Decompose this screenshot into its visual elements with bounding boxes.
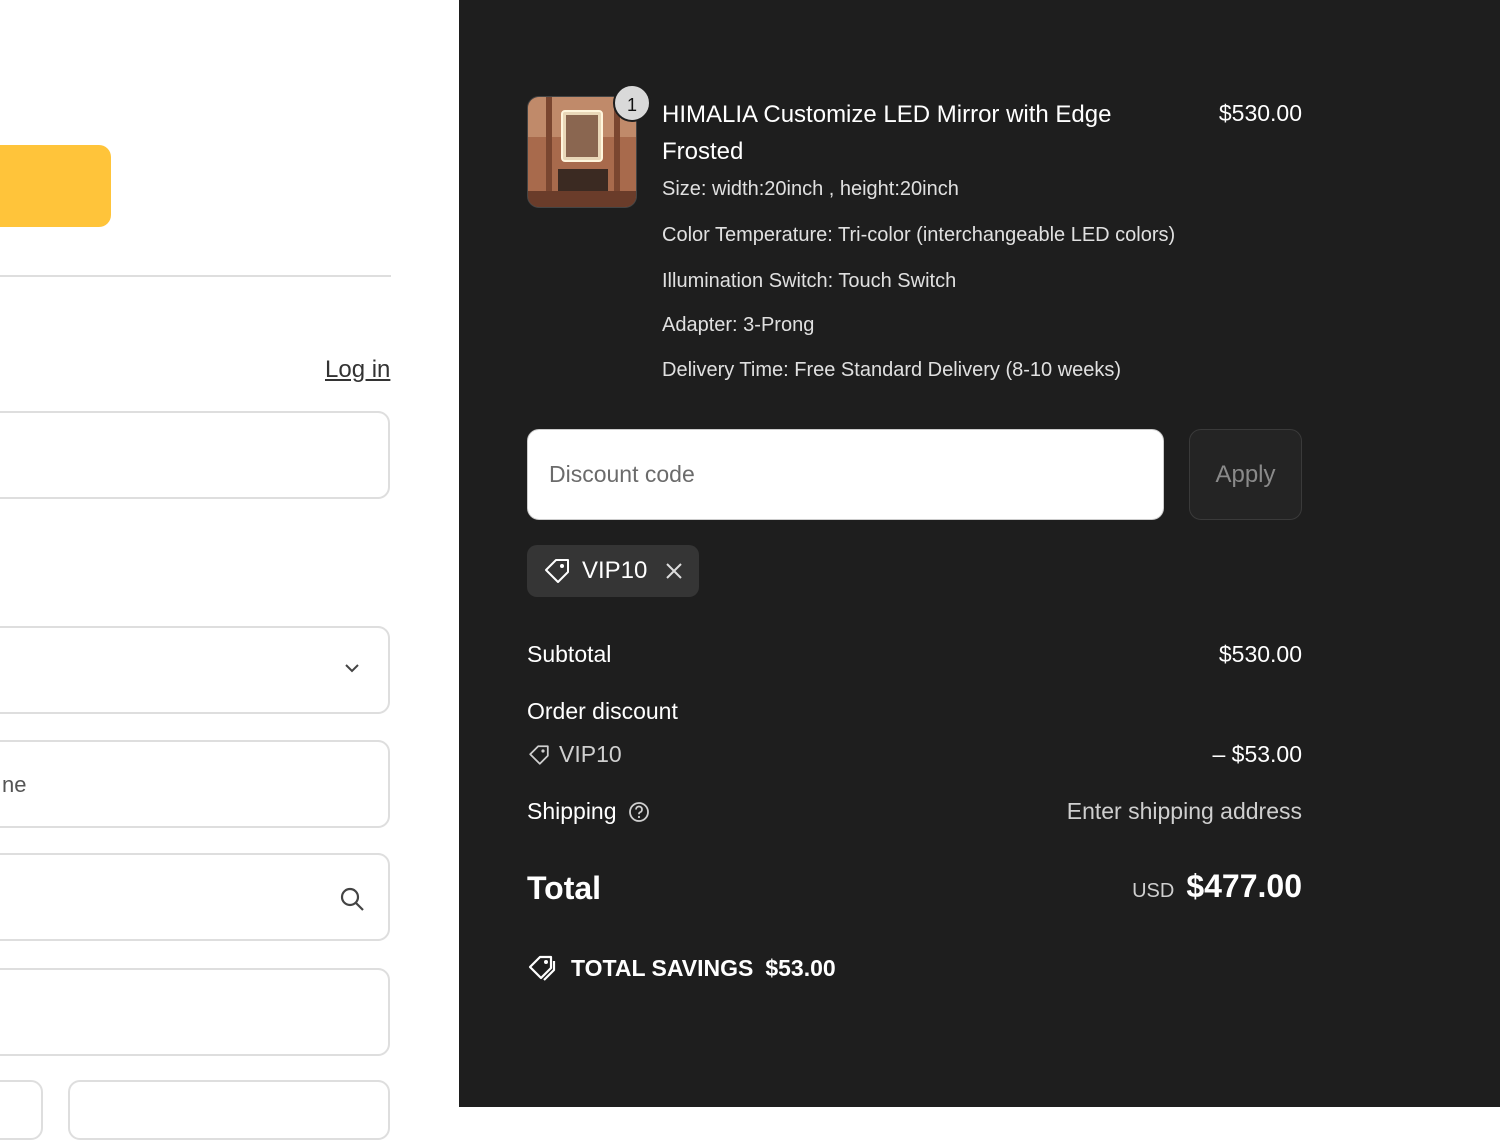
savings-value: $53.00 xyxy=(765,954,836,981)
apartment-field[interactable] xyxy=(0,968,390,1056)
total-amount: USD $477.00 xyxy=(1132,868,1302,905)
remove-discount-icon[interactable] xyxy=(663,560,685,582)
order-discount-value: – $53.00 xyxy=(1212,741,1302,767)
chevron-down-icon xyxy=(345,664,359,673)
product-option-size: Size: width:20inch , height:20inch xyxy=(662,178,959,200)
discount-code-field[interactable] xyxy=(527,429,1164,520)
tag-icon xyxy=(529,744,549,765)
product-price: $530.00 xyxy=(1218,100,1302,126)
help-icon[interactable] xyxy=(627,800,651,824)
order-discount-code: VIP10 xyxy=(559,741,622,767)
last-name-field-text: ne xyxy=(2,772,27,797)
product-title: HIMALIA Customize LED Mirror with Edge F… xyxy=(662,101,1112,165)
order-discount-code-row: VIP10 xyxy=(527,741,622,768)
shipping-row: Shipping xyxy=(527,798,651,825)
product-option-adapter: Adapter: 3-Prong xyxy=(662,314,815,336)
quantity-badge: 1 xyxy=(613,84,651,122)
product-option-delivery: Delivery Time: Free Standard Delivery (8… xyxy=(662,359,1122,381)
address-field[interactable] xyxy=(0,853,390,941)
search-icon xyxy=(340,887,364,911)
savings-label: TOTAL SAVINGS xyxy=(571,954,754,981)
order-summary-panel: 1 HIMALIA Customize LED Mirror with Edge… xyxy=(459,0,1500,1107)
total-value: $477.00 xyxy=(1186,868,1302,904)
product-option-switch: Illumination Switch: Touch Switch xyxy=(662,270,957,292)
product-option-color: Color Temperature: Tri-color (interchang… xyxy=(662,224,1176,246)
city-field[interactable] xyxy=(0,1080,43,1140)
state-field[interactable] xyxy=(68,1080,390,1140)
tag-icon xyxy=(545,559,569,583)
subtotal-value: $530.00 xyxy=(1218,641,1302,667)
total-label: Total xyxy=(527,870,602,906)
order-discount-label: Order discount xyxy=(527,698,678,724)
applied-discount-chip: VIP10 xyxy=(527,545,699,597)
shipping-label: Shipping xyxy=(527,798,617,824)
total-savings: TOTAL SAVINGS $53.00 xyxy=(527,952,836,984)
section-divider xyxy=(0,275,391,277)
apply-discount-button[interactable]: Apply xyxy=(1189,429,1302,520)
contact-email-field[interactable] xyxy=(0,411,390,499)
checkout-form-panel: Log in ne xyxy=(0,0,459,1140)
login-link[interactable]: Log in xyxy=(325,356,390,384)
express-checkout-button[interactable] xyxy=(0,145,111,227)
currency-code: USD xyxy=(1132,880,1175,902)
country-select[interactable] xyxy=(0,626,390,714)
discount-code-input[interactable] xyxy=(528,430,1163,519)
applied-discount-code: VIP10 xyxy=(582,557,648,584)
savings-tag-icon xyxy=(528,955,556,982)
shipping-value: Enter shipping address xyxy=(1066,798,1302,824)
subtotal-label: Subtotal xyxy=(527,641,612,667)
last-name-field[interactable]: ne xyxy=(0,740,390,828)
